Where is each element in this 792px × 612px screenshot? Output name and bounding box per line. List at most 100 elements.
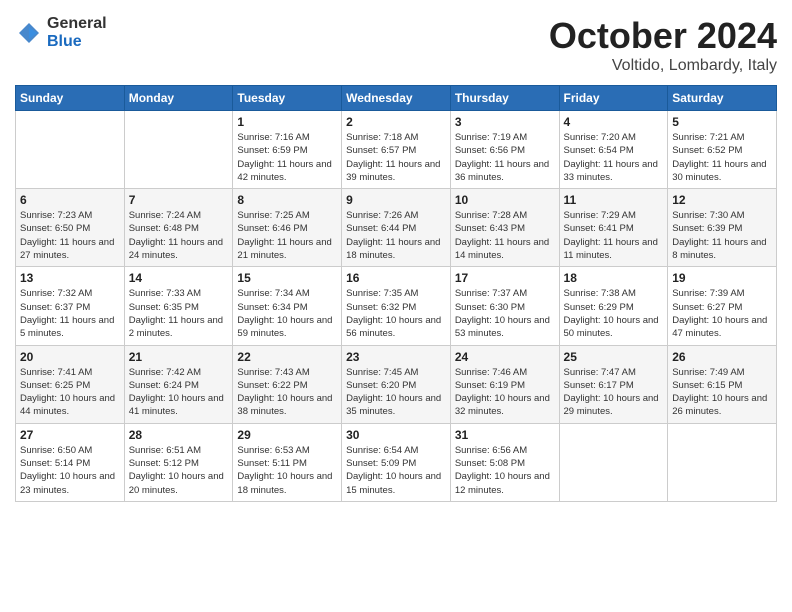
day-number: 28 bbox=[129, 428, 229, 442]
day-detail: Sunrise: 7:46 AM Sunset: 6:19 PM Dayligh… bbox=[455, 366, 555, 419]
day-cell: 18 Sunrise: 7:38 AM Sunset: 6:29 PM Dayli… bbox=[559, 267, 668, 345]
day-detail: Sunrise: 7:34 AM Sunset: 6:34 PM Dayligh… bbox=[237, 287, 337, 340]
day-number: 3 bbox=[455, 115, 555, 129]
week-row-5: 27Sunrise: 6:50 AM Sunset: 5:14 PM Dayli… bbox=[16, 423, 777, 501]
day-number: 20 bbox=[20, 350, 120, 364]
day-detail: Sunrise: 7:21 AM Sunset: 6:52 PM Dayligh… bbox=[672, 131, 772, 184]
day-detail: Sunrise: 7:20 AM Sunset: 6:54 PM Dayligh… bbox=[564, 131, 664, 184]
week-row-2: 6 Sunrise: 7:23 AM Sunset: 6:50 PM Daylig… bbox=[16, 189, 777, 267]
day-detail: Sunrise: 6:56 AM Sunset: 5:08 PM Dayligh… bbox=[455, 444, 555, 497]
day-detail: Sunrise: 7:24 AM Sunset: 6:48 PM Dayligh… bbox=[129, 209, 229, 262]
day-number: 8 bbox=[237, 193, 337, 207]
day-number: 31 bbox=[455, 428, 555, 442]
day-detail: Sunrise: 7:25 AM Sunset: 6:46 PM Dayligh… bbox=[237, 209, 337, 262]
day-cell: 13 Sunrise: 7:32 AM Sunset: 6:37 PM Dayli… bbox=[16, 267, 125, 345]
day-number: 19 bbox=[672, 271, 772, 285]
day-detail: Sunrise: 7:26 AM Sunset: 6:44 PM Dayligh… bbox=[346, 209, 446, 262]
day-cell: 20 Sunrise: 7:41 AM Sunset: 6:25 PM Dayli… bbox=[16, 345, 125, 423]
day-cell: 7Sunrise: 7:24 AM Sunset: 6:48 PM Daylig… bbox=[124, 189, 233, 267]
calendar-title: October 2024 bbox=[549, 15, 777, 57]
day-number: 18 bbox=[564, 271, 664, 285]
day-number: 13 bbox=[20, 271, 120, 285]
day-cell bbox=[559, 423, 668, 501]
day-number: 10 bbox=[455, 193, 555, 207]
logo: General Blue bbox=[15, 15, 107, 50]
calendar-body: 1Sunrise: 7:16 AM Sunset: 6:59 PM Daylig… bbox=[16, 111, 777, 502]
day-cell: 3 Sunrise: 7:19 AM Sunset: 6:56 PM Daylig… bbox=[450, 111, 559, 189]
day-cell: 21Sunrise: 7:42 AM Sunset: 6:24 PM Dayli… bbox=[124, 345, 233, 423]
day-cell: 15Sunrise: 7:34 AM Sunset: 6:34 PM Dayli… bbox=[233, 267, 342, 345]
day-number: 9 bbox=[346, 193, 446, 207]
day-cell: 19Sunrise: 7:39 AM Sunset: 6:27 PM Dayli… bbox=[668, 267, 777, 345]
day-cell: 22Sunrise: 7:43 AM Sunset: 6:22 PM Dayli… bbox=[233, 345, 342, 423]
calendar-subtitle: Voltido, Lombardy, Italy bbox=[549, 57, 777, 75]
day-number: 17 bbox=[455, 271, 555, 285]
day-number: 26 bbox=[672, 350, 772, 364]
day-number: 12 bbox=[672, 193, 772, 207]
day-cell: 28 Sunrise: 6:51 AM Sunset: 5:12 PM Dayli… bbox=[124, 423, 233, 501]
header-cell-friday: Friday bbox=[559, 86, 668, 111]
day-cell: 30 Sunrise: 6:54 AM Sunset: 5:09 PM Dayli… bbox=[342, 423, 451, 501]
day-detail: Sunrise: 7:32 AM Sunset: 6:37 PM Dayligh… bbox=[20, 287, 120, 340]
day-cell: 10 Sunrise: 7:28 AM Sunset: 6:43 PM Dayli… bbox=[450, 189, 559, 267]
day-detail: Sunrise: 7:38 AM Sunset: 6:29 PM Dayligh… bbox=[564, 287, 664, 340]
day-cell: 31 Sunrise: 6:56 AM Sunset: 5:08 PM Dayli… bbox=[450, 423, 559, 501]
day-detail: Sunrise: 7:19 AM Sunset: 6:56 PM Dayligh… bbox=[455, 131, 555, 184]
day-cell: 9 Sunrise: 7:26 AM Sunset: 6:44 PM Daylig… bbox=[342, 189, 451, 267]
day-number: 14 bbox=[129, 271, 229, 285]
day-detail: Sunrise: 7:28 AM Sunset: 6:43 PM Dayligh… bbox=[455, 209, 555, 262]
day-cell: 11 Sunrise: 7:29 AM Sunset: 6:41 PM Dayli… bbox=[559, 189, 668, 267]
day-number: 11 bbox=[564, 193, 664, 207]
day-number: 30 bbox=[346, 428, 446, 442]
day-detail: Sunrise: 6:51 AM Sunset: 5:12 PM Dayligh… bbox=[129, 444, 229, 497]
day-cell: 23Sunrise: 7:45 AM Sunset: 6:20 PM Dayli… bbox=[342, 345, 451, 423]
day-number: 21 bbox=[129, 350, 229, 364]
day-cell: 24 Sunrise: 7:46 AM Sunset: 6:19 PM Dayli… bbox=[450, 345, 559, 423]
calendar-table: SundayMondayTuesdayWednesdayThursdayFrid… bbox=[15, 85, 777, 502]
header-cell-wednesday: Wednesday bbox=[342, 86, 451, 111]
day-detail: Sunrise: 7:16 AM Sunset: 6:59 PM Dayligh… bbox=[237, 131, 337, 184]
day-cell: 8 Sunrise: 7:25 AM Sunset: 6:46 PM Daylig… bbox=[233, 189, 342, 267]
day-cell bbox=[124, 111, 233, 189]
day-number: 2 bbox=[346, 115, 446, 129]
header-cell-thursday: Thursday bbox=[450, 86, 559, 111]
day-detail: Sunrise: 7:33 AM Sunset: 6:35 PM Dayligh… bbox=[129, 287, 229, 340]
week-row-1: 1Sunrise: 7:16 AM Sunset: 6:59 PM Daylig… bbox=[16, 111, 777, 189]
day-detail: Sunrise: 7:35 AM Sunset: 6:32 PM Dayligh… bbox=[346, 287, 446, 340]
calendar-header: SundayMondayTuesdayWednesdayThursdayFrid… bbox=[16, 86, 777, 111]
day-cell: 17Sunrise: 7:37 AM Sunset: 6:30 PM Dayli… bbox=[450, 267, 559, 345]
day-cell: 2 Sunrise: 7:18 AM Sunset: 6:57 PM Daylig… bbox=[342, 111, 451, 189]
day-number: 4 bbox=[564, 115, 664, 129]
day-detail: Sunrise: 6:54 AM Sunset: 5:09 PM Dayligh… bbox=[346, 444, 446, 497]
header: General Blue October 2024 Voltido, Lomba… bbox=[15, 15, 777, 75]
day-number: 25 bbox=[564, 350, 664, 364]
day-detail: Sunrise: 7:23 AM Sunset: 6:50 PM Dayligh… bbox=[20, 209, 120, 262]
week-row-4: 20 Sunrise: 7:41 AM Sunset: 6:25 PM Dayli… bbox=[16, 345, 777, 423]
day-detail: Sunrise: 7:43 AM Sunset: 6:22 PM Dayligh… bbox=[237, 366, 337, 419]
day-detail: Sunrise: 7:45 AM Sunset: 6:20 PM Dayligh… bbox=[346, 366, 446, 419]
day-detail: Sunrise: 6:50 AM Sunset: 5:14 PM Dayligh… bbox=[20, 444, 120, 497]
day-number: 16 bbox=[346, 271, 446, 285]
title-area: October 2024 Voltido, Lombardy, Italy bbox=[549, 15, 777, 75]
day-detail: Sunrise: 7:29 AM Sunset: 6:41 PM Dayligh… bbox=[564, 209, 664, 262]
header-cell-sunday: Sunday bbox=[16, 86, 125, 111]
week-row-3: 13 Sunrise: 7:32 AM Sunset: 6:37 PM Dayli… bbox=[16, 267, 777, 345]
day-cell: 4 Sunrise: 7:20 AM Sunset: 6:54 PM Daylig… bbox=[559, 111, 668, 189]
day-cell: 29Sunrise: 6:53 AM Sunset: 5:11 PM Dayli… bbox=[233, 423, 342, 501]
day-cell: 26Sunrise: 7:49 AM Sunset: 6:15 PM Dayli… bbox=[668, 345, 777, 423]
logo-general: General bbox=[47, 15, 107, 33]
day-number: 6 bbox=[20, 193, 120, 207]
day-detail: Sunrise: 7:18 AM Sunset: 6:57 PM Dayligh… bbox=[346, 131, 446, 184]
day-number: 29 bbox=[237, 428, 337, 442]
day-cell bbox=[668, 423, 777, 501]
day-number: 24 bbox=[455, 350, 555, 364]
header-row: SundayMondayTuesdayWednesdayThursdayFrid… bbox=[16, 86, 777, 111]
day-cell: 16 Sunrise: 7:35 AM Sunset: 6:32 PM Dayli… bbox=[342, 267, 451, 345]
day-detail: Sunrise: 7:30 AM Sunset: 6:39 PM Dayligh… bbox=[672, 209, 772, 262]
logo-text: General Blue bbox=[47, 15, 107, 50]
day-detail: Sunrise: 7:41 AM Sunset: 6:25 PM Dayligh… bbox=[20, 366, 120, 419]
day-cell: 27Sunrise: 6:50 AM Sunset: 5:14 PM Dayli… bbox=[16, 423, 125, 501]
header-cell-saturday: Saturday bbox=[668, 86, 777, 111]
day-number: 5 bbox=[672, 115, 772, 129]
logo-icon bbox=[15, 19, 43, 47]
